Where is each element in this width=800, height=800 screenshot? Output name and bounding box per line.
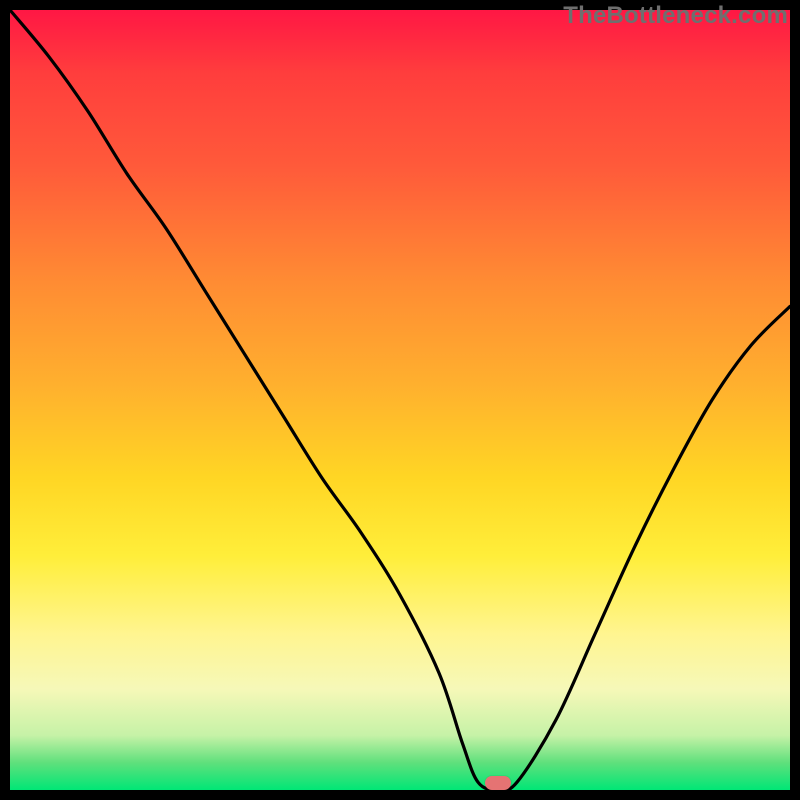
curve-path	[10, 10, 790, 791]
bottleneck-curve	[10, 10, 790, 790]
optimal-marker	[485, 776, 511, 790]
watermark-text: TheBottleneck.com	[563, 2, 788, 30]
plot-area	[10, 10, 790, 790]
chart-frame: TheBottleneck.com	[0, 0, 800, 800]
